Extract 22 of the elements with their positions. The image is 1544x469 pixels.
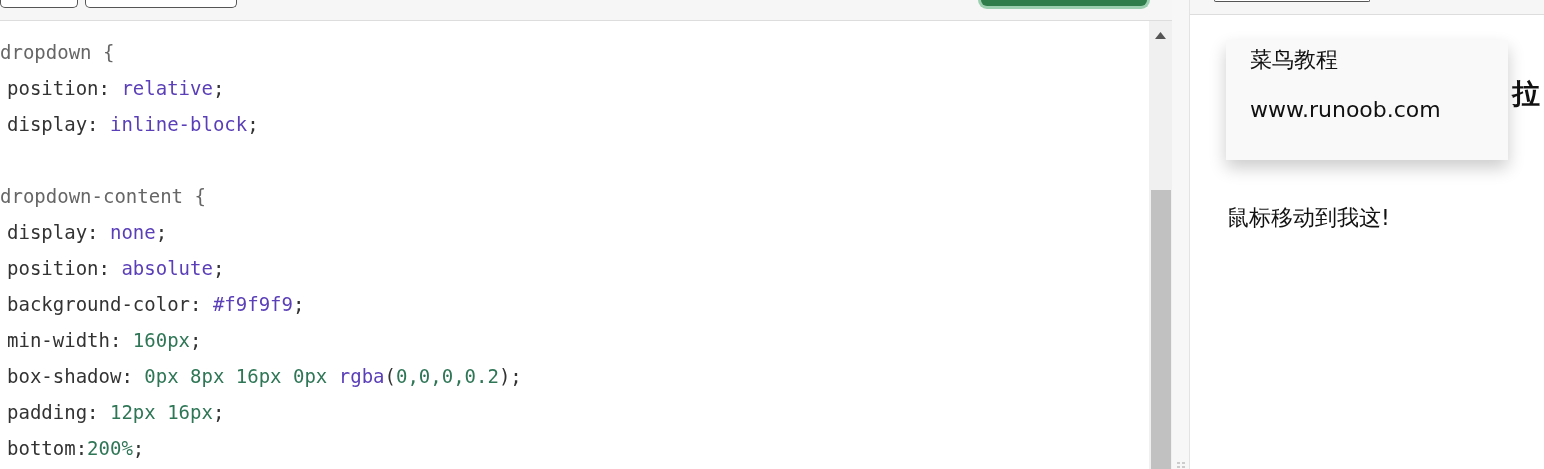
hover-text[interactable]: 鼠标移动到我这! <box>1227 204 1390 232</box>
dropdown-link[interactable]: 菜鸟教程 <box>1250 46 1484 74</box>
scrollbar-thumb[interactable] <box>1150 190 1171 469</box>
code-line: dropdown { <box>0 41 115 63</box>
toolbar-button[interactable] <box>85 0 237 8</box>
dropdown-link[interactable]: www.runoob.com <box>1250 96 1484 124</box>
grip-icon[interactable] <box>1176 462 1185 468</box>
scroll-up-arrow-icon[interactable] <box>1155 32 1166 39</box>
code-line: position: relative; <box>7 77 225 99</box>
code-line: background-color: #f9f9f9; <box>7 293 305 315</box>
code-line: min-width: 160px; <box>7 329 202 351</box>
code-line: position: absolute; <box>7 257 225 279</box>
page-heading: 拉 <box>1512 76 1540 112</box>
code-line: box-shadow: 0px 8px 16px 0px rgba(0,0,0,0.2); <box>7 365 522 387</box>
code-line: padding: 12px 16px; <box>7 401 225 423</box>
code-line: dropdown-content { <box>0 185 206 207</box>
scrollbar[interactable] <box>1149 21 1172 469</box>
code-line: bottom:200%; <box>7 437 145 459</box>
toolbar-button[interactable] <box>0 0 78 8</box>
code-line: display: none; <box>7 221 168 243</box>
code-line: display: inline-block; <box>7 113 259 135</box>
run-button[interactable] <box>978 0 1150 9</box>
